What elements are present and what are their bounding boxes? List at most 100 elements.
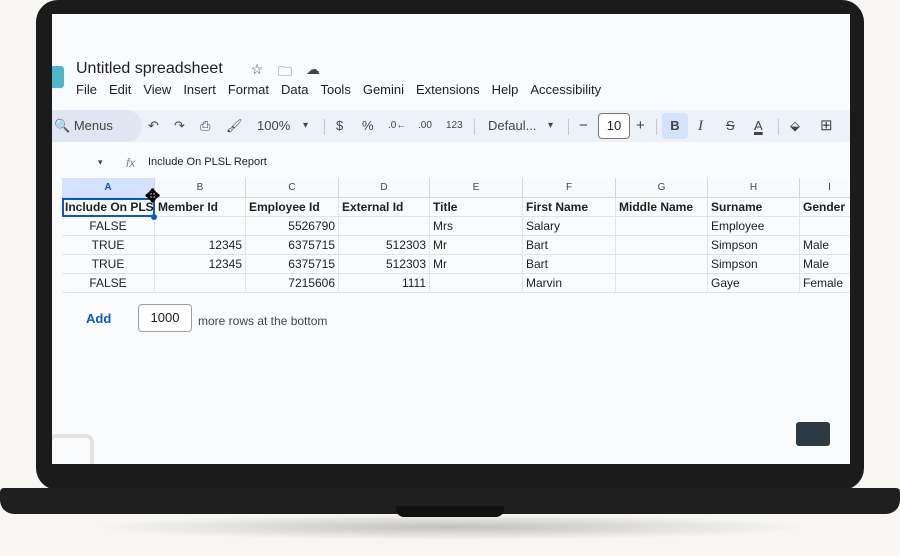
menu-file[interactable]: File [76, 82, 97, 97]
table-cell[interactable]: Male [800, 255, 850, 274]
menu-bar: File Edit View Insert Format Data Tools … [76, 82, 601, 97]
font-caret-icon[interactable]: ▾ [548, 110, 553, 142]
cell-i1[interactable]: Gender [800, 198, 850, 217]
table-cell[interactable]: Gaye [708, 274, 800, 293]
table-cell[interactable]: Male [800, 236, 850, 255]
cell-d1[interactable]: External Id [339, 198, 430, 217]
table-cell[interactable] [155, 217, 246, 236]
font-select[interactable]: Defaul... [488, 110, 536, 142]
table-cell[interactable]: 1111 [339, 274, 430, 293]
table-cell[interactable]: Simpson [708, 255, 800, 274]
table-cell[interactable]: FALSE [62, 217, 155, 236]
document-title[interactable]: Untitled spreadsheet [76, 60, 223, 78]
cell-h1[interactable]: Surname [708, 198, 800, 217]
menu-view[interactable]: View [143, 82, 171, 97]
table-cell[interactable]: 5526790 [246, 217, 339, 236]
table-cell[interactable]: 6375715 [246, 255, 339, 274]
table-cell[interactable]: Employee [708, 217, 800, 236]
borders-icon[interactable]: ⊞ [820, 110, 833, 142]
cell-g1[interactable]: Middle Name [616, 198, 708, 217]
column-header-f[interactable]: F [523, 178, 616, 198]
table-cell[interactable] [616, 255, 708, 274]
cell-b1[interactable]: Member Id [155, 198, 246, 217]
undo-icon[interactable]: ↶ [148, 110, 159, 142]
table-cell[interactable]: Salary [523, 217, 616, 236]
table-cell[interactable]: 12345 [155, 255, 246, 274]
column-resize-cursor-icon[interactable]: ✥ [145, 186, 160, 207]
table-cell[interactable]: Female [800, 274, 850, 293]
zoom-select[interactable]: 100% [257, 110, 290, 142]
table-cell[interactable]: Marvin [523, 274, 616, 293]
fill-color-icon[interactable]: ⬙ [790, 110, 800, 142]
table-cell[interactable]: Simpson [708, 236, 800, 255]
table-cell[interactable]: Bart [523, 236, 616, 255]
menu-gemini[interactable]: Gemini [363, 82, 404, 97]
redo-icon[interactable]: ↷ [174, 110, 185, 142]
column-header-d[interactable]: D [339, 178, 430, 198]
currency-format-button[interactable]: $ [336, 110, 343, 142]
paint-format-icon[interactable]: 🖌 [226, 110, 243, 142]
table-cell[interactable]: 6375715 [246, 236, 339, 255]
menu-accessibility[interactable]: Accessibility [530, 82, 601, 97]
strikethrough-button[interactable]: S [726, 110, 735, 142]
cell-c1[interactable]: Employee Id [246, 198, 339, 217]
table-cell[interactable]: 12345 [155, 236, 246, 255]
decrease-decimal-button[interactable]: .0← [388, 110, 406, 142]
font-size-input[interactable]: 10 [598, 113, 630, 139]
table-cell[interactable]: 7215606 [246, 274, 339, 293]
toolbar-divider [568, 119, 569, 135]
increase-decimal-button[interactable]: .00 [418, 110, 432, 142]
menu-help[interactable]: Help [492, 82, 519, 97]
column-header-i[interactable]: I [800, 178, 850, 198]
column-header-c[interactable]: C [246, 178, 339, 198]
sheets-logo-icon[interactable] [52, 66, 64, 88]
formula-input[interactable]: Include On PLSL Report [148, 156, 267, 168]
menu-tools[interactable]: Tools [320, 82, 350, 97]
percent-format-button[interactable]: % [362, 110, 374, 142]
menu-data[interactable]: Data [281, 82, 308, 97]
name-box-caret-icon[interactable]: ▾ [98, 157, 103, 168]
table-cell[interactable] [616, 217, 708, 236]
menu-extensions[interactable]: Extensions [416, 82, 480, 97]
menu-edit[interactable]: Edit [109, 82, 131, 97]
column-header-e[interactable]: E [430, 178, 523, 198]
rows-count-input[interactable]: 1000 [138, 304, 192, 332]
menus-search[interactable]: 🔍 Menus [52, 110, 142, 142]
cell-f1[interactable]: First Name [523, 198, 616, 217]
table-cell[interactable]: Mr [430, 255, 523, 274]
column-header-g[interactable]: G [616, 178, 708, 198]
fill-handle[interactable] [151, 214, 157, 220]
zoom-caret-icon[interactable]: ▾ [303, 110, 308, 142]
table-cell[interactable]: 512303 [339, 236, 430, 255]
column-header-b[interactable]: B [155, 178, 246, 198]
number-format-button[interactable]: 123 [446, 110, 463, 142]
increase-font-size-button[interactable]: + [636, 110, 645, 142]
table-cell[interactable]: TRUE [62, 236, 155, 255]
table-cell[interactable] [800, 217, 850, 236]
menu-insert[interactable]: Insert [183, 82, 216, 97]
table-cell[interactable]: Bart [523, 255, 616, 274]
table-cell[interactable] [616, 236, 708, 255]
table-cell[interactable] [155, 274, 246, 293]
column-header-a[interactable]: A [62, 178, 155, 198]
bold-button[interactable]: B [662, 113, 688, 139]
laptop-shadow [90, 514, 810, 540]
decrease-font-size-button[interactable]: − [579, 110, 588, 142]
italic-button[interactable]: I [698, 110, 703, 142]
table-cell[interactable]: FALSE [62, 274, 155, 293]
table-cell[interactable] [616, 274, 708, 293]
menu-format[interactable]: Format [228, 82, 269, 97]
table-cell[interactable]: TRUE [62, 255, 155, 274]
table-cell[interactable]: Mr [430, 236, 523, 255]
table-cell[interactable]: 512303 [339, 255, 430, 274]
cell-e1[interactable]: Title [430, 198, 523, 217]
add-rows-button[interactable]: Add [86, 311, 111, 326]
table-cell[interactable] [430, 274, 523, 293]
table-cell[interactable] [339, 217, 430, 236]
table-cell[interactable]: Mrs [430, 217, 523, 236]
print-icon[interactable]: ⎙ [200, 110, 210, 142]
cell-a1[interactable]: Include On PLS [62, 198, 155, 217]
toolbar: 🔍 Menus ↶ ↷ ⎙ 🖌 100% ▾ $ % .0← .00 123 D… [52, 110, 850, 142]
column-header-h[interactable]: H [708, 178, 800, 198]
text-color-button[interactable]: A [754, 110, 763, 142]
